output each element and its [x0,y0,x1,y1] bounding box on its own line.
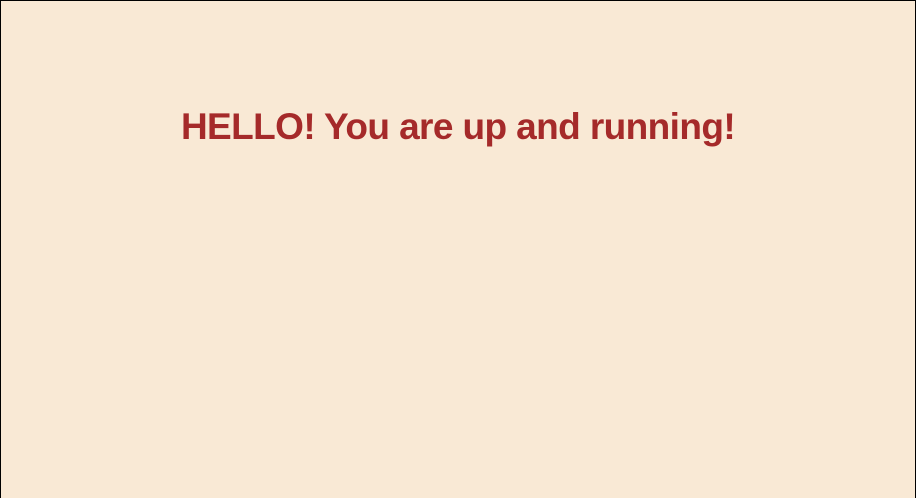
app-page: HELLO! You are up and running! [0,0,916,498]
greeting-heading: HELLO! You are up and running! [180,106,736,147]
